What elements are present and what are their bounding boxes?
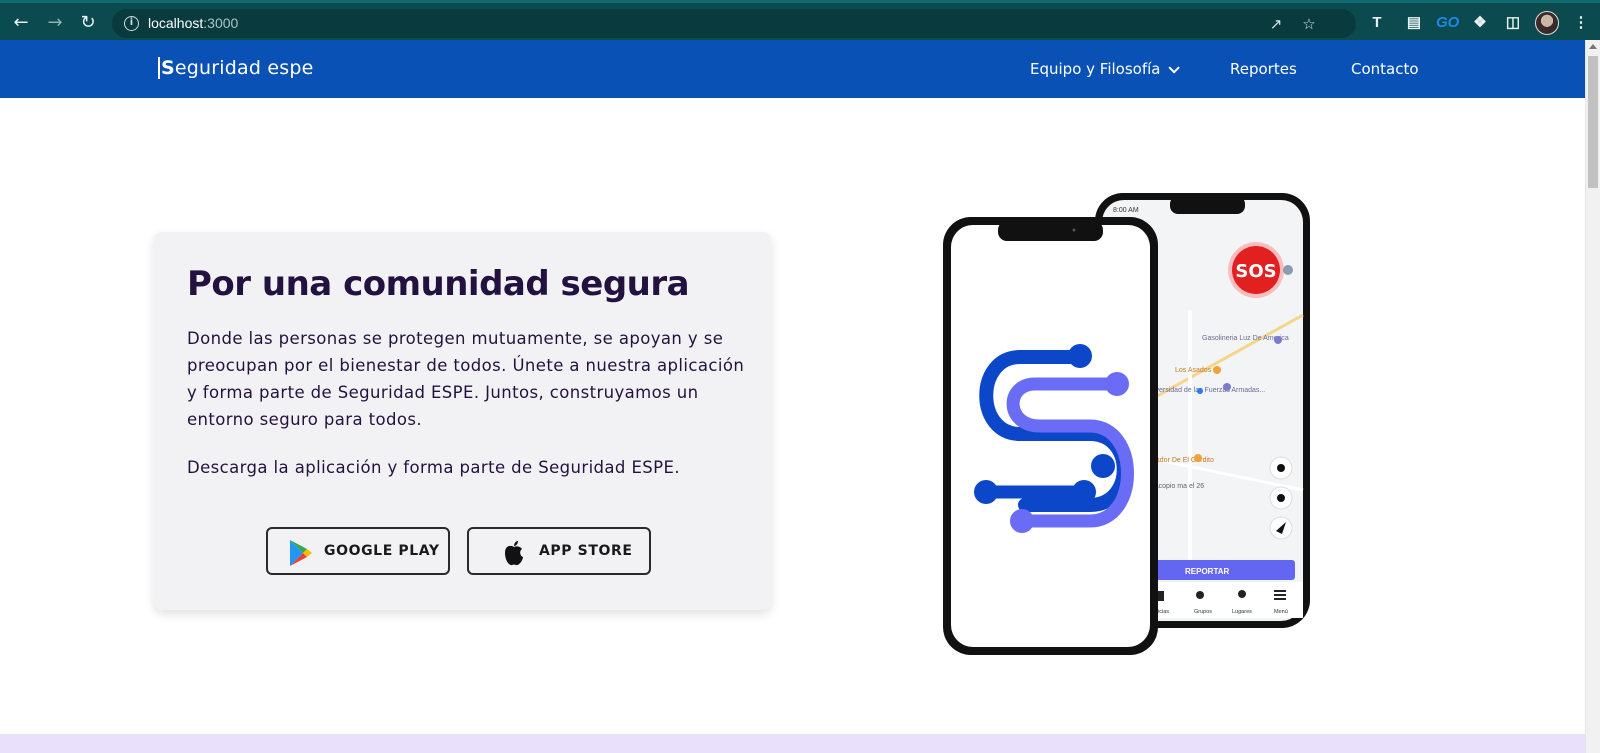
next-section-band [0,734,1585,753]
chevron-down-icon [1168,62,1181,74]
google-play-label: GOOGLE PLAY [324,543,440,559]
browser-toolbar: ← → ↻ i localhost:3000 ↗ ☆ Т ▤ GO ❖ ◫ ⋮ [0,0,1600,40]
sos-button-label: SOS [1235,261,1276,282]
hero-description: Donde las personas se protegen mutuament… [187,329,745,429]
brand-initial: S [158,57,175,79]
site-navbar: Seguridad espe Equipo y Filosofía Report… [0,40,1585,98]
go-extension-icon[interactable]: GO [1436,12,1459,34]
side-panel-icon[interactable]: ◫ [1502,12,1524,34]
nav-team-dropdown[interactable]: Equipo y Filosofía [1030,60,1181,78]
translate-extension-icon[interactable]: Т [1366,12,1388,34]
hero-card: Por una comunidad segura Donde las perso… [154,232,771,610]
page-scrollbar[interactable] [1585,40,1600,753]
clipboard-extension-icon[interactable]: ▤ [1403,12,1425,34]
nav-team-label: Equipo y Filosofía [1030,60,1161,78]
front-phone [943,217,1158,655]
report-button-label: REPORTAR [1185,567,1230,576]
forward-icon[interactable]: → [43,11,67,35]
apple-icon [505,541,523,566]
svg-text:Menú: Menú [1274,609,1288,615]
brand-text: eguridad espe [174,57,314,79]
map-place: Universidad de las Fuerzas Armadas... [1145,387,1265,394]
extensions-puzzle-icon[interactable]: ❖ [1469,12,1491,34]
bookmark-star-icon[interactable]: ☆ [1299,14,1319,34]
address-bar[interactable]: i localhost:3000 ↗ ☆ [112,9,1356,38]
more-menu-icon[interactable]: ⋮ [1570,12,1592,34]
nav-contact-link[interactable]: Contacto [1351,60,1419,78]
app-phones-illustration: 8:00 AM SOS Gasolineria Luz De America L… [940,190,1315,660]
scroll-up-arrow-icon[interactable] [1589,44,1597,49]
hero-cta-text: Descarga la aplicación y forma parte de … [187,458,680,477]
scrollbar-thumb[interactable] [1588,56,1598,188]
svg-text:Grupos: Grupos [1194,609,1212,615]
url-text[interactable]: localhost:3000 [148,15,238,31]
brand-logo[interactable]: Seguridad espe [158,57,314,79]
google-play-button[interactable]: GOOGLE PLAY [266,527,450,575]
profile-avatar[interactable] [1535,11,1559,35]
nav-reports-link[interactable]: Reportes [1230,60,1297,78]
google-play-icon [290,540,312,566]
phone-time: 8:00 AM [1113,207,1139,214]
app-store-button[interactable]: APP STORE [467,527,651,575]
app-store-label: APP STORE [539,543,633,559]
hero-title: Por una comunidad segura [187,264,690,304]
reload-icon[interactable]: ↻ [76,11,100,35]
map-place: Los Asados [1175,367,1212,374]
share-icon[interactable]: ↗ [1266,14,1286,34]
svg-text:icias: icias [1158,609,1169,615]
site-info-icon[interactable]: i [124,16,139,31]
svg-text:Lugares: Lugares [1232,609,1252,615]
back-icon[interactable]: ← [9,11,33,35]
